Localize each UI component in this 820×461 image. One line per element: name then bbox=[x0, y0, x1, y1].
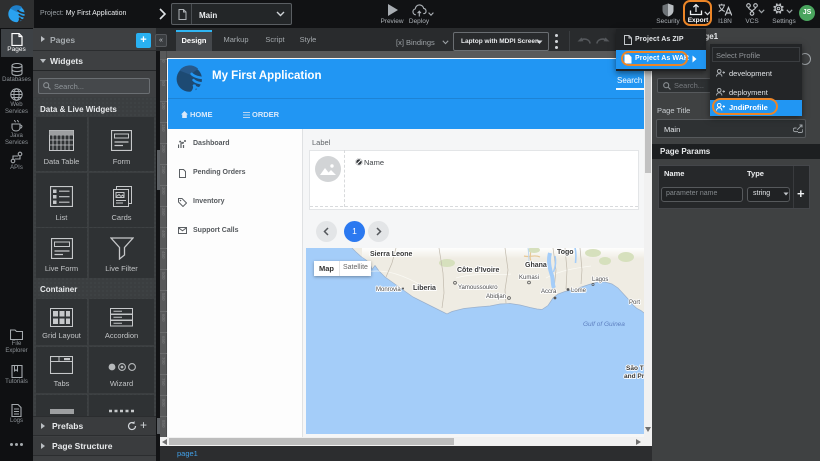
svg-text:Ghana: Ghana bbox=[525, 262, 547, 269]
svg-text:Kumasi: Kumasi bbox=[519, 275, 539, 281]
svg-text:Lagos: Lagos bbox=[592, 277, 608, 283]
svg-text:Côte d’Ivoire: Côte d’Ivoire bbox=[457, 267, 500, 274]
svg-text:Gulf of Guinea: Gulf of Guinea bbox=[583, 321, 625, 328]
svg-text:Accra: Accra bbox=[541, 289, 557, 295]
svg-text:Monrovia: Monrovia bbox=[376, 287, 401, 293]
svg-text:Sierra Leone: Sierra Leone bbox=[370, 251, 413, 258]
svg-text:Lome: Lome bbox=[571, 288, 587, 294]
svg-text:Togo: Togo bbox=[557, 249, 574, 256]
svg-text:São T: São T bbox=[626, 365, 644, 372]
svg-text:Liberia: Liberia bbox=[413, 285, 436, 292]
svg-text:Abidjan: Abidjan bbox=[486, 294, 506, 300]
svg-text:and Pr: and Pr bbox=[624, 373, 644, 380]
svg-text:Port: Port bbox=[629, 300, 640, 306]
svg-text:Yamoussoukro: Yamoussoukro bbox=[458, 285, 498, 291]
